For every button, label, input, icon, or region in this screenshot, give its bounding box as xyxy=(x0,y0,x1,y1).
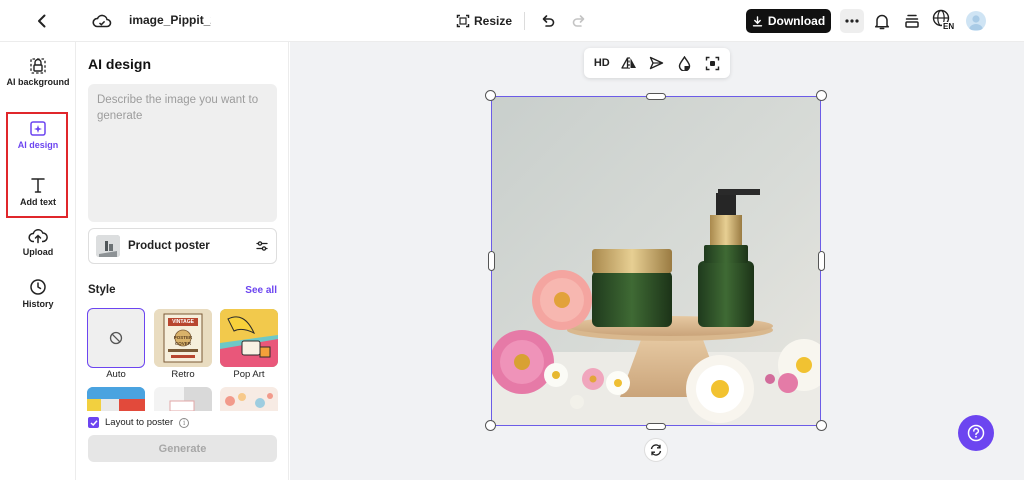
rail-item-upload[interactable]: Upload xyxy=(0,227,76,258)
hd-button[interactable]: HD xyxy=(591,52,613,74)
prompt-input[interactable] xyxy=(88,84,277,222)
no-style-icon xyxy=(109,331,123,345)
pop-art-thumbnail xyxy=(220,309,278,367)
ai-design-icon xyxy=(30,121,46,136)
rail-item-history[interactable]: History xyxy=(0,278,76,310)
info-icon[interactable]: i xyxy=(179,417,190,428)
rail-item-ai-design[interactable]: AI design xyxy=(0,120,76,151)
resize-handle-bottom[interactable] xyxy=(646,423,666,430)
more-options-icon[interactable] xyxy=(840,9,864,33)
style-card-row2-3[interactable] xyxy=(220,387,278,411)
text-icon xyxy=(31,178,45,193)
adjust-settings-icon[interactable] xyxy=(255,239,269,253)
redo-icon[interactable] xyxy=(568,10,590,32)
ai-background-icon xyxy=(30,58,46,74)
layers-icon[interactable] xyxy=(901,9,923,33)
product-thumbnail xyxy=(96,235,120,257)
style-card-row2-1[interactable] xyxy=(87,387,145,411)
cloud-sync-icon[interactable] xyxy=(90,9,114,33)
resize-handle-right[interactable] xyxy=(818,251,825,271)
style-card-row2-2[interactable] xyxy=(154,387,212,411)
flip-icon[interactable] xyxy=(618,52,640,74)
rail-label-ai-background: AI background xyxy=(6,77,70,87)
download-icon xyxy=(752,15,763,26)
upload-icon xyxy=(28,229,48,244)
see-all-link[interactable]: See all xyxy=(245,285,277,296)
rotate-icon[interactable] xyxy=(644,438,668,462)
retro-text-top: VINTAGE xyxy=(172,319,194,325)
crop-focus-icon[interactable] xyxy=(701,52,723,74)
style-card-auto[interactable] xyxy=(87,308,145,368)
style-label-retro: Retro xyxy=(171,369,195,380)
retro-text-mid: POSTER xyxy=(173,335,193,340)
language-icon[interactable]: EN xyxy=(931,8,957,34)
rail-label-history: History xyxy=(22,299,54,309)
product-poster-selector[interactable]: Product poster xyxy=(88,228,277,264)
language-badge: EN xyxy=(943,22,955,31)
product-photo xyxy=(492,97,820,425)
layout-label: Layout to poster xyxy=(105,417,174,428)
resize-handle-bottom-right[interactable] xyxy=(816,420,827,431)
style-card-pop-art[interactable] xyxy=(220,309,278,367)
resize-button[interactable]: Resize xyxy=(456,10,512,32)
tool-rail: AI background AI design Add text Upload … xyxy=(0,42,76,480)
rail-label-upload: Upload xyxy=(22,247,54,257)
resize-handle-top[interactable] xyxy=(646,93,666,100)
undo-icon[interactable] xyxy=(537,10,559,32)
style-label-auto: Auto xyxy=(106,369,126,380)
style-title: Style xyxy=(88,284,116,296)
resize-handle-bottom-left[interactable] xyxy=(485,420,496,431)
retro-text-bottom: COVER xyxy=(174,341,191,346)
resize-label: Resize xyxy=(474,14,513,28)
help-icon[interactable] xyxy=(958,415,994,451)
back-arrow-icon[interactable] xyxy=(30,9,54,33)
canvas-area: HD xyxy=(290,42,1024,480)
style-card-retro[interactable]: VINTAGE POSTER COVER xyxy=(154,309,212,367)
ai-design-panel: AI design Product poster Style See all A… xyxy=(77,42,289,480)
panel-title: AI design xyxy=(88,56,152,72)
style-header: Style See all xyxy=(88,284,277,296)
top-bar: image_Pippit_2( Resize Download EN xyxy=(0,0,1024,42)
avatar[interactable] xyxy=(966,11,986,31)
resize-handle-top-right[interactable] xyxy=(816,90,827,101)
image-toolbar: HD xyxy=(584,48,730,78)
checkmark-icon xyxy=(89,419,98,426)
download-label: Download xyxy=(767,14,826,28)
toolbar-divider xyxy=(524,12,525,30)
rail-item-ai-background[interactable]: AI background xyxy=(0,55,76,88)
history-icon xyxy=(30,279,46,295)
rail-label-ai-design: AI design xyxy=(17,140,59,150)
layout-to-poster-option[interactable]: Layout to poster i xyxy=(88,417,190,428)
file-name[interactable]: image_Pippit_2( xyxy=(129,13,211,27)
resize-handle-top-left[interactable] xyxy=(485,90,496,101)
rail-item-add-text[interactable]: Add text xyxy=(0,176,76,208)
product-label: Product poster xyxy=(128,240,210,252)
opacity-drop-icon[interactable] xyxy=(674,52,696,74)
download-button[interactable]: Download xyxy=(746,9,831,33)
resize-icon xyxy=(456,14,470,28)
resize-handle-left[interactable] xyxy=(488,251,495,271)
layout-checkbox[interactable] xyxy=(88,417,99,428)
canvas-image[interactable] xyxy=(491,96,821,426)
bell-icon[interactable] xyxy=(871,9,893,33)
rail-label-add-text: Add text xyxy=(20,197,56,207)
generate-button[interactable]: Generate xyxy=(88,435,277,462)
prompt-box[interactable] xyxy=(88,84,277,222)
style-label-pop-art: Pop Art xyxy=(233,369,265,380)
send-icon[interactable] xyxy=(646,52,668,74)
